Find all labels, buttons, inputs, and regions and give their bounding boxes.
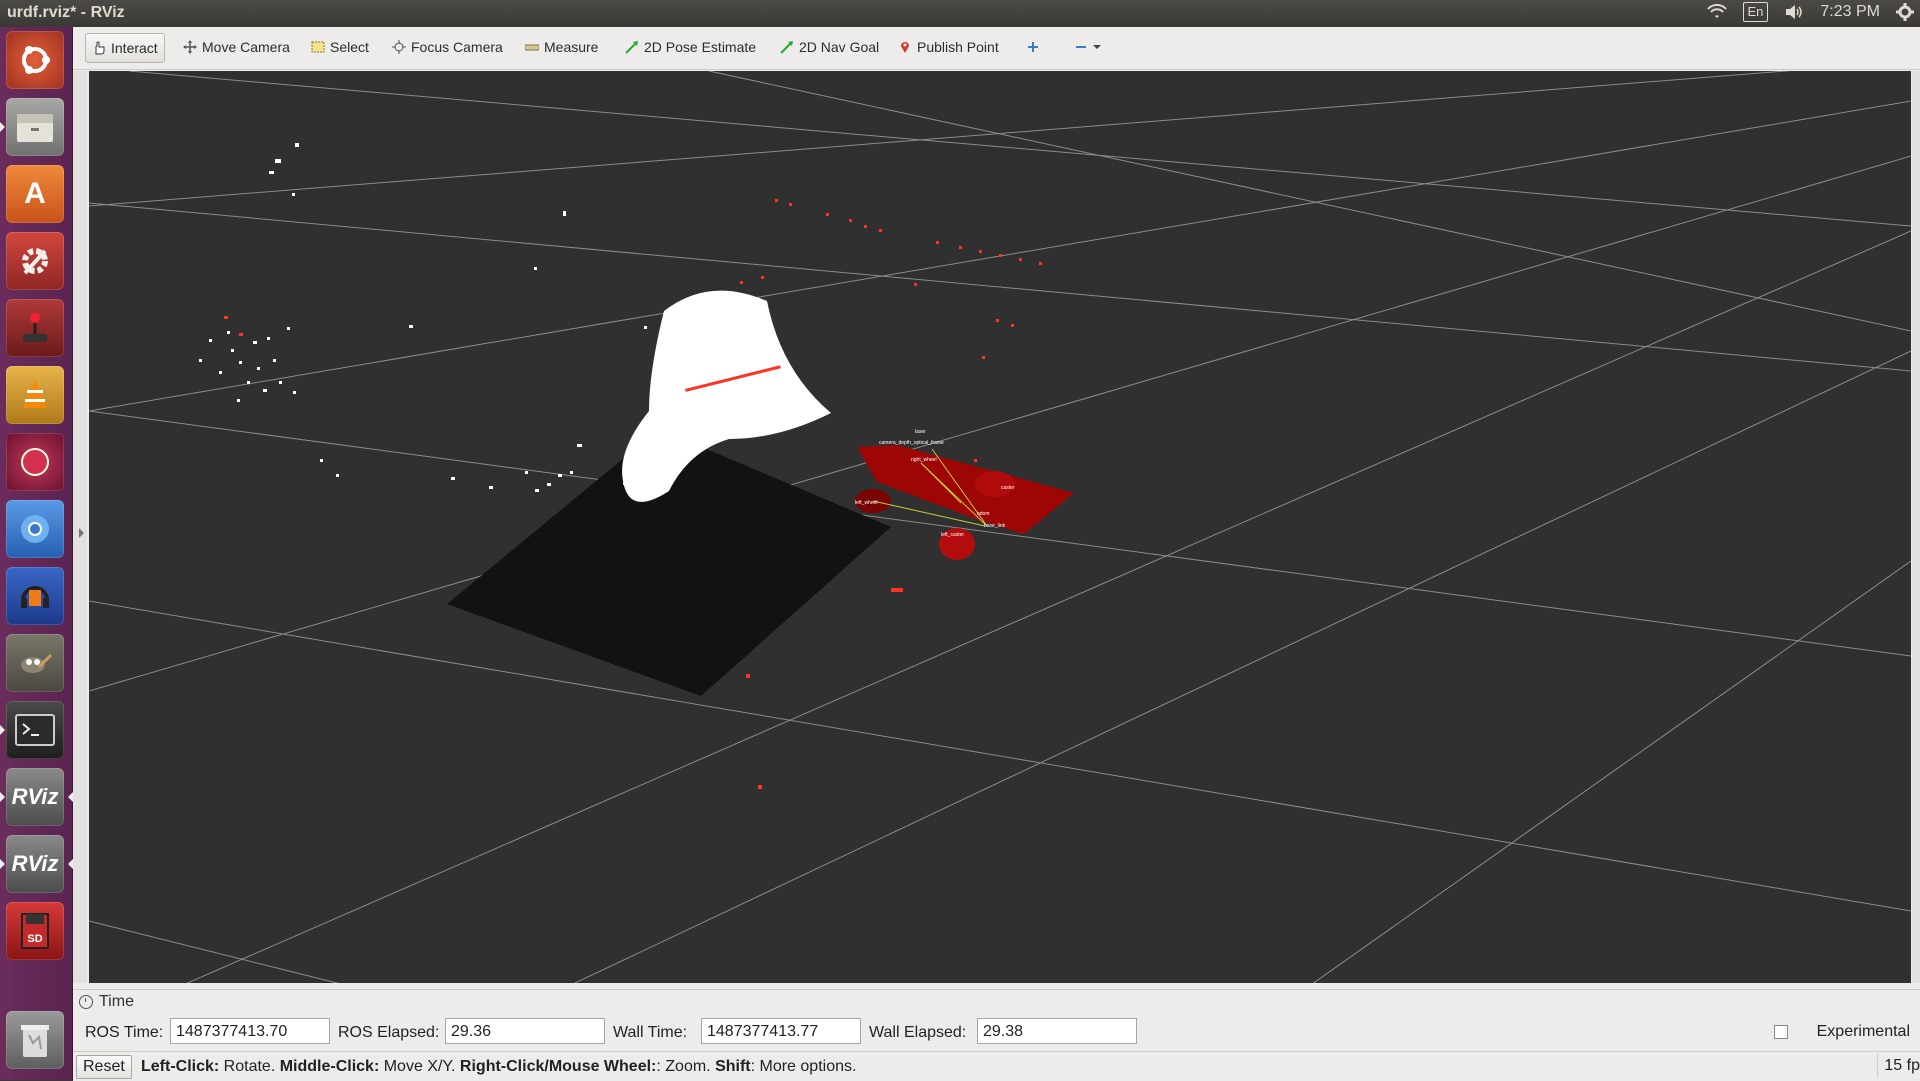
status-bar: Reset Left-Click: Rotate. Middle-Click: … (73, 1051, 1920, 1081)
hint-left-click: Left-Click: (141, 1058, 220, 1075)
publish-point-label: Publish Point (917, 39, 999, 55)
unity-launcher: A RViz RViz SD (0, 27, 73, 1080)
time-panel: Time ROS Time: 1487377413.70 ROS Elapsed… (73, 989, 1920, 1050)
gimp-icon[interactable] (6, 634, 64, 692)
interaction-hint: Left-Click: Rotate. Middle-Click: Move X… (141, 1058, 856, 1076)
green-arrow-icon (625, 41, 638, 54)
wifi-icon[interactable] (1706, 4, 1727, 20)
ros-time-field[interactable]: 1487377413.70 (170, 1018, 330, 1044)
tf-label: laser (915, 429, 926, 435)
system-settings-icon[interactable] (6, 232, 64, 290)
map-pin-icon (901, 42, 909, 53)
move-camera-tool[interactable]: Move Camera (177, 33, 296, 61)
trash-icon[interactable] (6, 1011, 64, 1069)
robot-model (855, 445, 1074, 560)
software-center-icon[interactable]: A (6, 165, 64, 223)
tf-label: odom (977, 511, 990, 517)
experimental-label: Experimental (1816, 1023, 1910, 1040)
wall-elapsed-label: Wall Elapsed: (869, 1024, 967, 1041)
wall-elapsed-field[interactable]: 29.38 (977, 1018, 1137, 1044)
hint-shift-desc: : More options. (750, 1058, 857, 1075)
terminal-icon[interactable] (0, 701, 64, 759)
right-dock-splitter[interactable] (1912, 71, 1920, 983)
green-arrow-icon (780, 41, 793, 54)
language-indicator[interactable]: En (1742, 2, 1769, 22)
hint-left-click-desc: Rotate. (219, 1058, 280, 1075)
plus-icon (1028, 42, 1038, 52)
wall-time-field[interactable]: 1487377413.77 (701, 1018, 861, 1044)
tool-toolbar: Interact Move Camera Select Focus Camera… (73, 27, 1920, 70)
hint-middle-click-desc: Move X/Y. (379, 1058, 460, 1075)
svg-text:SD: SD (27, 933, 42, 945)
hint-right-click: Right-Click/Mouse Wheel: (459, 1058, 657, 1075)
tf-label: right_wheel (911, 457, 937, 463)
ros-elapsed-label: ROS Elapsed: (338, 1024, 440, 1041)
clock-icon (79, 995, 93, 1009)
pose-estimate-tool[interactable]: 2D Pose Estimate (619, 33, 762, 61)
focus-camera-label: Focus Camera (411, 39, 503, 55)
files-icon[interactable] (0, 98, 64, 156)
focus-camera-tool[interactable]: Focus Camera (386, 33, 509, 61)
experimental-checkbox[interactable] (1774, 1025, 1788, 1039)
fps-counter: 15 fp (1877, 1054, 1920, 1078)
hint-middle-click: Middle-Click: (279, 1058, 380, 1075)
3d-render-view[interactable]: camera_depth_optical_frame laser right_w… (89, 71, 1911, 983)
ubuntu-dash-icon[interactable] (6, 31, 64, 89)
measure-label: Measure (544, 39, 599, 55)
vlc-icon[interactable] (6, 366, 64, 424)
wall-time-label: Wall Time: (613, 1024, 688, 1041)
tf-label: base_link (984, 523, 1006, 529)
left-dock-splitter[interactable] (73, 71, 87, 983)
ruler-icon (525, 44, 539, 51)
chevron-right-icon (79, 528, 84, 538)
move-camera-label: Move Camera (202, 39, 290, 55)
rviz-launcher-icon-2[interactable]: RViz (0, 835, 73, 893)
publish-point-tool[interactable]: Publish Point (892, 33, 1005, 61)
volume-icon[interactable] (1784, 4, 1804, 20)
move-icon (183, 40, 197, 54)
time-panel-title: Time (99, 993, 134, 1010)
tf-label: left_wheel (855, 500, 878, 506)
ros-elapsed-field[interactable]: 29.36 (445, 1018, 605, 1044)
add-tool-button[interactable] (1020, 33, 1046, 61)
rviz-launcher-icon[interactable]: RViz (0, 768, 73, 826)
measure-tool[interactable]: Measure (519, 33, 604, 61)
window-title: urdf.rviz* - RViz (7, 4, 125, 21)
select-label: Select (330, 39, 369, 55)
hint-shift: Shift (715, 1058, 751, 1075)
joystick-icon[interactable] (6, 299, 64, 357)
hint-right-click-desc: : Zoom. (656, 1058, 716, 1075)
nav-goal-label: 2D Nav Goal (799, 39, 880, 55)
crosshair-icon (392, 40, 406, 54)
pose-estimate-label: 2D Pose Estimate (644, 39, 757, 55)
chevron-down-icon (1093, 45, 1101, 49)
remove-tool-dropdown[interactable] (1068, 33, 1107, 61)
clock-text[interactable]: 7:23 PM (1820, 3, 1880, 21)
tf-label: camera_depth_optical_frame (879, 440, 944, 446)
minus-icon (1076, 46, 1086, 48)
red-app-icon[interactable] (6, 433, 64, 491)
audacity-icon[interactable] (6, 567, 64, 625)
ros-time-label: ROS Time: (85, 1024, 164, 1041)
hand-icon (95, 41, 105, 55)
tf-label: left_caster (941, 532, 964, 538)
sd-card-icon[interactable]: SD (6, 902, 64, 960)
scene-canvas[interactable]: camera_depth_optical_frame laser right_w… (89, 71, 1911, 983)
interact-label: Interact (111, 40, 158, 56)
chromium-icon[interactable] (6, 500, 64, 558)
gear-icon[interactable] (1896, 3, 1914, 21)
select-tool[interactable]: Select (305, 33, 375, 61)
system-tray: En 7:23 PM (1706, 2, 1914, 22)
top-panel: urdf.rviz* - RViz En 7:23 PM (0, 0, 1920, 27)
interact-tool[interactable]: Interact (85, 33, 165, 63)
tf-label: caster (1001, 485, 1015, 491)
nav-goal-tool[interactable]: 2D Nav Goal (774, 33, 885, 61)
rviz-window: Interact Move Camera Select Focus Camera… (73, 27, 1920, 1081)
select-rect-icon (311, 41, 325, 53)
point-cloud (199, 143, 831, 502)
time-panel-header: Time (79, 993, 134, 1011)
reset-button[interactable]: Reset (76, 1055, 132, 1079)
